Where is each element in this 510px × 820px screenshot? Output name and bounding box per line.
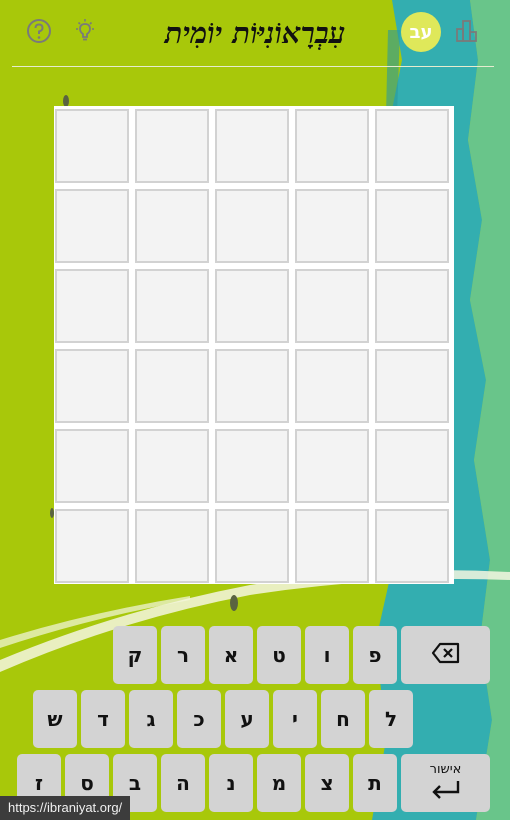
enter-icon xyxy=(430,778,462,805)
help-icon[interactable] xyxy=(24,16,54,46)
key[interactable]: ט xyxy=(257,626,301,684)
board-tile xyxy=(295,109,369,183)
board-tile xyxy=(215,349,289,423)
board-tile xyxy=(135,509,209,583)
board-tile xyxy=(55,509,129,583)
key[interactable]: ת xyxy=(353,754,397,812)
header-divider xyxy=(12,66,494,67)
enter-button[interactable]: אישור xyxy=(401,754,490,812)
board-tile xyxy=(135,189,209,263)
key[interactable]: ה xyxy=(161,754,205,812)
key[interactable]: ש xyxy=(33,690,77,748)
key[interactable]: י xyxy=(273,690,317,748)
board-tile xyxy=(55,349,129,423)
board-tile xyxy=(135,269,209,343)
lightbulb-icon[interactable] xyxy=(70,16,100,46)
backspace-icon xyxy=(431,642,461,669)
key[interactable]: ל xyxy=(369,690,413,748)
game-board xyxy=(54,106,454,584)
board-tile xyxy=(55,429,129,503)
board-tile xyxy=(295,269,369,343)
board-tile xyxy=(135,429,209,503)
board-tile xyxy=(215,189,289,263)
enter-label: אישור xyxy=(429,761,462,777)
board-tile xyxy=(55,109,129,183)
board-tile xyxy=(135,109,209,183)
board-tile xyxy=(295,349,369,423)
header: עִבְרָאוֹנִיּוֹת יוֹמִית עב xyxy=(0,0,510,67)
board-tile xyxy=(295,189,369,263)
key[interactable]: ד xyxy=(81,690,125,748)
key[interactable]: נ xyxy=(209,754,253,812)
backspace-button[interactable] xyxy=(401,626,490,684)
board-tile xyxy=(55,269,129,343)
status-url: https://ibraniyat.org/ xyxy=(0,796,131,820)
board-tile xyxy=(215,109,289,183)
board-tile xyxy=(375,429,449,503)
board-tile xyxy=(215,509,289,583)
board-tile xyxy=(375,509,449,583)
board-tile xyxy=(215,429,289,503)
app-title: עִבְרָאוֹנִיּוֹת יוֹמִית xyxy=(164,16,346,50)
key[interactable]: ק xyxy=(113,626,157,684)
logo: עב xyxy=(401,12,441,52)
key[interactable]: כ xyxy=(177,690,221,748)
board-tile xyxy=(295,509,369,583)
key[interactable]: מ xyxy=(257,754,301,812)
key[interactable]: ו xyxy=(305,626,349,684)
board-tile xyxy=(215,269,289,343)
board-tile xyxy=(375,189,449,263)
key[interactable]: צ xyxy=(305,754,349,812)
board-tile xyxy=(375,349,449,423)
board-tile xyxy=(375,109,449,183)
key[interactable]: ג xyxy=(129,690,173,748)
board-tile xyxy=(55,189,129,263)
key[interactable]: פ xyxy=(353,626,397,684)
board-tile xyxy=(295,429,369,503)
key[interactable]: ח xyxy=(321,690,365,748)
keyboard: ק ר א ט ו פ ש ד ג כ ע י ח ל ז ס ב ה נ מ … xyxy=(0,624,510,820)
board-tile xyxy=(375,269,449,343)
key[interactable]: ר xyxy=(161,626,205,684)
key[interactable]: א xyxy=(209,626,253,684)
board-tile xyxy=(135,349,209,423)
stats-icon[interactable] xyxy=(452,16,482,46)
key[interactable]: ע xyxy=(225,690,269,748)
